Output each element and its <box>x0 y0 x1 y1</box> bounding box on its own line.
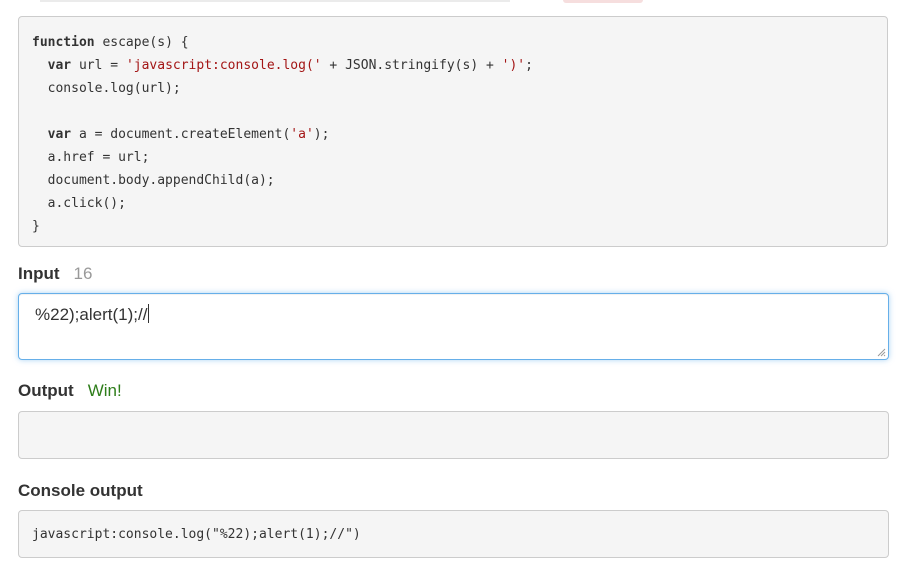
top-cutoff-strip <box>0 0 899 6</box>
code-line: a.href = url; <box>32 146 874 169</box>
code-token: a.click(); <box>32 196 126 211</box>
code-token: a = document.createElement( <box>71 127 291 142</box>
code-token: a.href = url; <box>32 150 150 165</box>
code-block: function escape(s) { var url = 'javascri… <box>18 16 888 247</box>
resize-handle-icon[interactable] <box>877 348 886 357</box>
code-keyword: var <box>47 58 72 73</box>
code-token: url = <box>71 58 126 73</box>
output-label-row: Output Win! <box>18 381 122 401</box>
code-line: } <box>32 215 874 238</box>
console-output-text: javascript:console.log("%22);alert(1);//… <box>32 527 361 542</box>
code-token: console.log(url); <box>32 81 181 96</box>
output-label: Output <box>18 381 74 400</box>
code-string: 'a' <box>290 127 314 142</box>
code-token: ); <box>313 127 330 142</box>
code-token: } <box>32 219 40 234</box>
input-char-count: 16 <box>73 264 93 283</box>
code-string: 'javascript:console.log(' <box>125 58 322 73</box>
code-line: var a = document.createElement('a'); <box>32 123 874 146</box>
code-line: var url = 'javascript:console.log(' + JS… <box>32 54 874 77</box>
code-line: console.log(url); <box>32 77 874 100</box>
code-keyword: var <box>47 127 72 142</box>
cutoff-text-fragment <box>40 0 510 2</box>
output-status: Win! <box>87 381 122 400</box>
code-token: + JSON.stringify(s) + <box>321 58 502 73</box>
code-line: a.click(); <box>32 192 874 215</box>
page: function escape(s) { var url = 'javascri… <box>0 0 899 566</box>
console-label: Console output <box>18 481 143 500</box>
input-textarea[interactable]: %22);alert(1);// <box>18 293 889 360</box>
text-caret <box>148 304 150 323</box>
code-string: ')' <box>501 58 526 73</box>
code-token: escape(s) { <box>94 35 189 50</box>
console-label-row: Console output <box>18 481 143 501</box>
code-token: ; <box>525 58 533 73</box>
code-token: document.body.appendChild(a); <box>32 173 275 188</box>
output-box <box>18 411 889 459</box>
code-line: document.body.appendChild(a); <box>32 169 874 192</box>
input-value: %22);alert(1);// <box>35 305 148 324</box>
console-output-box: javascript:console.log("%22);alert(1);//… <box>18 510 889 558</box>
input-label-row: Input 16 <box>18 264 92 284</box>
code-line: function escape(s) { <box>32 31 874 54</box>
cutoff-inline-code-chip <box>563 0 643 3</box>
code-keyword: function <box>32 35 95 50</box>
input-label: Input <box>18 264 60 283</box>
